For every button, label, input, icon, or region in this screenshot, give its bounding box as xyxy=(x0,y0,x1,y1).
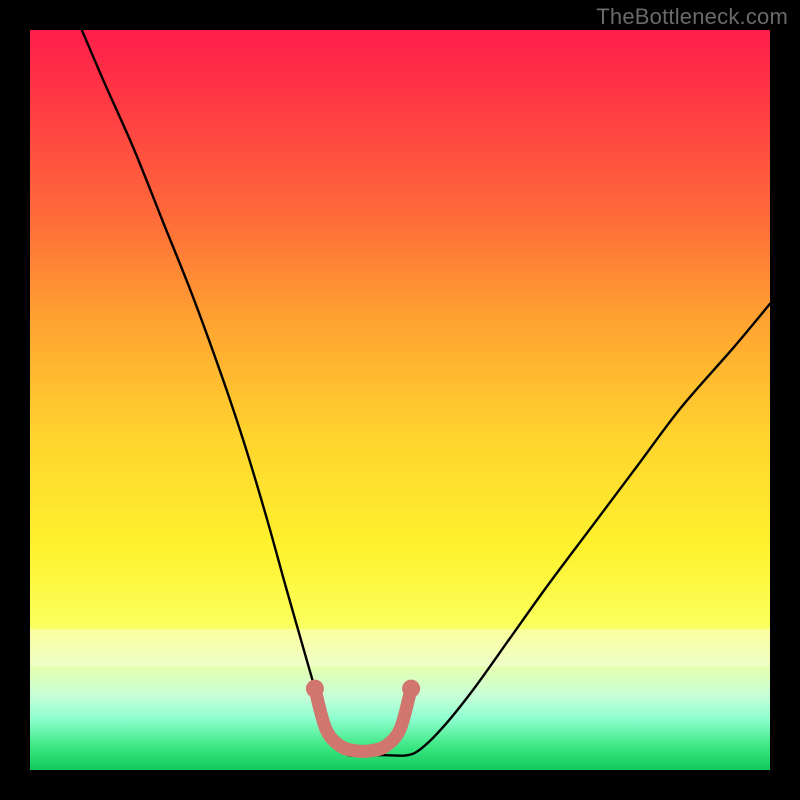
optimal-range-marker xyxy=(306,680,420,752)
bottleneck-curve-line xyxy=(82,30,770,756)
chart-frame: TheBottleneck.com xyxy=(0,0,800,800)
plot-area xyxy=(30,30,770,770)
chart-svg xyxy=(30,30,770,770)
watermark-text: TheBottleneck.com xyxy=(596,4,788,30)
